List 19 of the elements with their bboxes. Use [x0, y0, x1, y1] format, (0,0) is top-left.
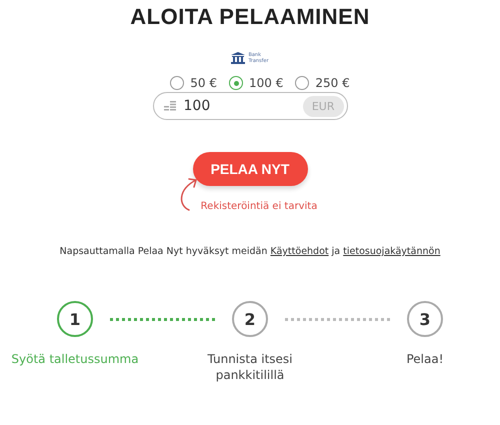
step-label: Pelaa!: [405, 351, 445, 367]
step-number: 2: [232, 301, 268, 337]
currency-label: EUR: [302, 96, 344, 116]
no-registration-note: Rekisteröintiä ei tarvita: [200, 201, 318, 212]
amount-option[interactable]: 250 €: [295, 76, 350, 90]
coins-icon: [164, 101, 176, 111]
amount-option[interactable]: 100 €: [229, 76, 284, 90]
terms-text: Napsauttamalla Pelaa Nyt hyväksyt meidän Käyttöehdot ja tietosuojakäytännön: [60, 246, 440, 257]
amount-option[interactable]: 50 €: [170, 76, 217, 90]
page-title: ALOITA PELAAMINEN: [130, 4, 370, 30]
step-number: 3: [407, 301, 443, 337]
step-label: Syötä talletussumma: [10, 351, 140, 367]
step-number: 1: [57, 301, 93, 337]
privacy-link[interactable]: tietosuojakäytännön: [343, 246, 440, 257]
play-now-button[interactable]: PELAA NYT: [192, 152, 308, 186]
step-label: Tunnista itsesi pankkitilillä: [206, 351, 294, 383]
terms-link[interactable]: Käyttöehdot: [270, 246, 329, 257]
bank-icon: [231, 52, 246, 64]
amount-field[interactable]: 100 EUR: [152, 92, 348, 120]
